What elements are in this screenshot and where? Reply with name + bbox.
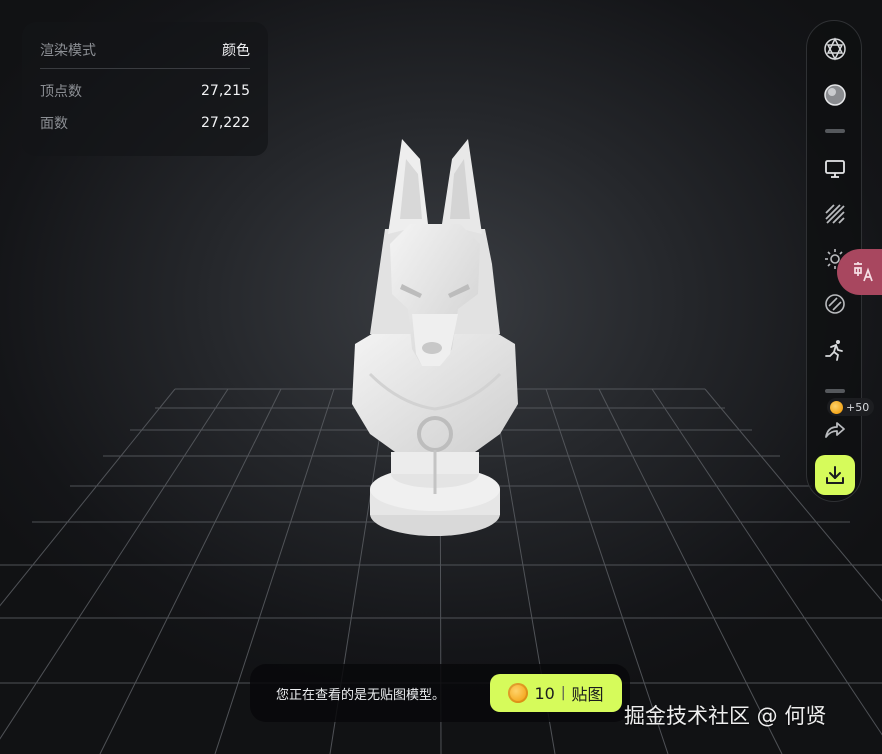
- material-sphere-icon[interactable]: [819, 79, 851, 111]
- no-texture-banner: 您正在查看的是无贴图模型。 10 | 贴图: [250, 664, 630, 722]
- coin-count: 10: [534, 683, 555, 703]
- share-icon[interactable]: [819, 414, 851, 446]
- vertices-value: 27,215: [201, 83, 250, 99]
- animation-runner-icon[interactable]: [819, 334, 851, 366]
- faces-value: 27,222: [201, 115, 250, 131]
- texture-icon[interactable]: [819, 288, 851, 320]
- coin-icon: [830, 400, 843, 414]
- toolbar-divider-2: [825, 389, 845, 393]
- model-info-panel: 渲染模式 颜色 顶点数 27,215 面数 27,222: [22, 22, 268, 156]
- download-icon: [826, 466, 844, 484]
- banner-message: 您正在查看的是无贴图模型。: [276, 687, 446, 703]
- watermark: 掘金技术社区 @ 何贤: [624, 704, 827, 728]
- points-badge: +50: [827, 398, 875, 416]
- apply-texture-label: 贴图: [571, 685, 604, 704]
- stripes-icon[interactable]: [819, 198, 851, 230]
- render-mode-value[interactable]: 颜色: [222, 40, 250, 60]
- faces-label: 面数: [40, 116, 68, 132]
- toolbar-divider: [825, 129, 845, 133]
- render-mode-label: 渲染模式: [40, 43, 96, 59]
- anubis-bust-model[interactable]: [340, 134, 530, 544]
- vertices-row: 顶点数 27,215: [40, 75, 250, 107]
- points-badge-text: +50: [846, 400, 870, 414]
- button-separator: |: [560, 685, 566, 701]
- translate-tab[interactable]: [837, 249, 882, 295]
- vertices-label: 顶点数: [40, 84, 82, 100]
- faces-row: 面数 27,222: [40, 107, 250, 139]
- apply-texture-button[interactable]: 10 | 贴图: [490, 674, 622, 712]
- render-mode-row[interactable]: 渲染模式 颜色: [40, 32, 250, 69]
- monitor-icon[interactable]: [819, 153, 851, 185]
- wireframe-sphere-icon[interactable]: [819, 33, 851, 65]
- download-button[interactable]: [815, 455, 855, 495]
- translate-icon: [854, 262, 873, 282]
- coin-icon: [508, 683, 529, 703]
